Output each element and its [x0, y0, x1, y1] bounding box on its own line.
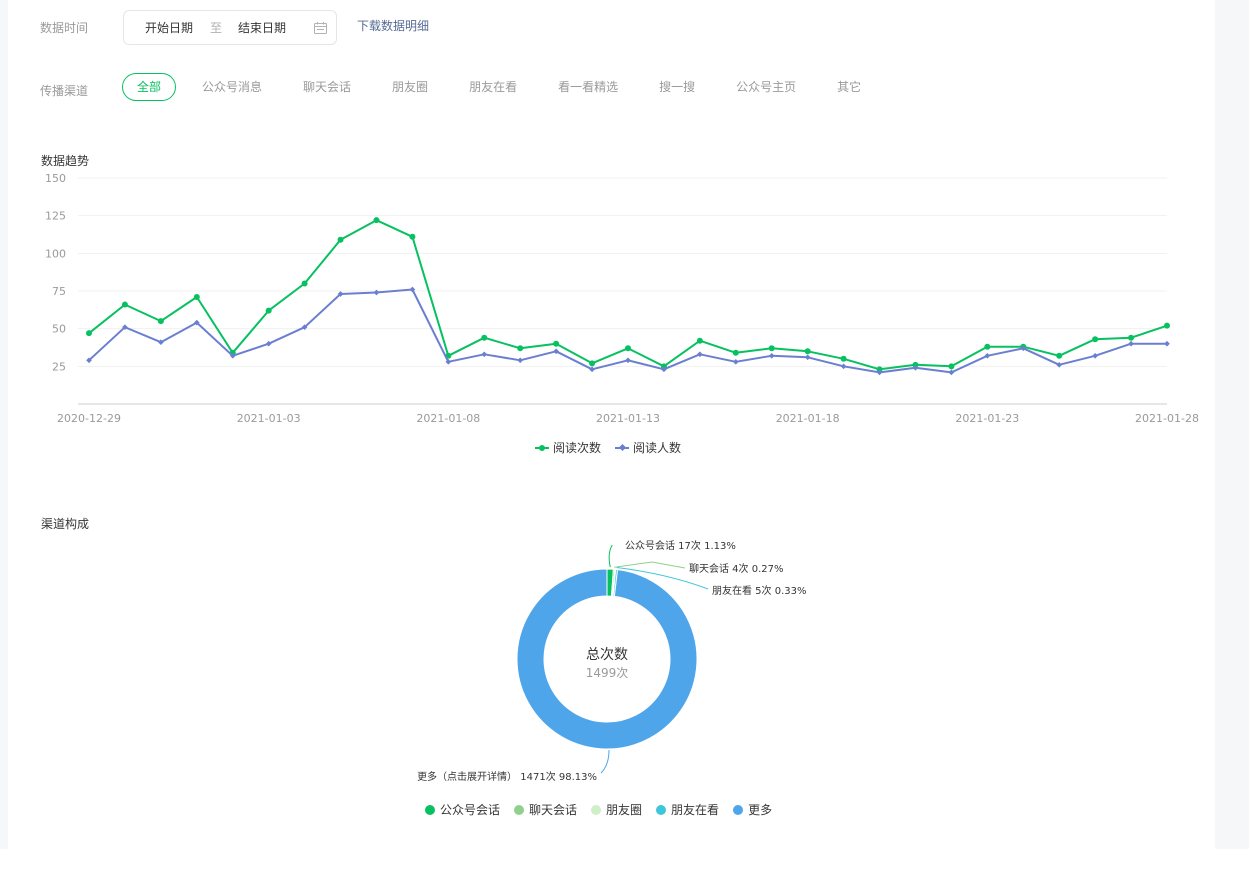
slice-label[interactable]: 公众号会话 17次 1.13% — [625, 539, 736, 552]
legend-label-zaikan: 朋友在看 — [671, 803, 720, 817]
slice-label[interactable]: 朋友在看 5次 0.33% — [712, 584, 807, 597]
donut-legend: 公众号会话 聊天会话 朋友圈 朋友在看 更多 — [425, 801, 772, 818]
legend-item-more[interactable]: 更多 — [733, 801, 772, 818]
legend-dot-official-chat — [425, 804, 435, 815]
legend-dot-more — [733, 804, 744, 815]
slice-label[interactable]: 聊天会话 4次 0.27% — [689, 562, 784, 575]
slice-label-leader — [614, 561, 686, 569]
legend-item-zaikan[interactable]: 朋友在看 — [656, 801, 719, 818]
donut-center-value: 1499次 — [586, 666, 629, 680]
legend-dot-zaikan — [656, 804, 667, 815]
legend-label-chat: 聊天会话 — [529, 803, 578, 817]
main-panel: 数据时间 开始日期 至 结束日期 下载数据明细 传播渠道 全部 公众号消息 聊天… — [8, 0, 1215, 849]
slice-label-leader — [600, 749, 610, 774]
legend-label-more: 更多 — [748, 803, 773, 817]
legend-dot-chat — [514, 804, 525, 815]
legend-item-moments[interactable]: 朋友圈 — [591, 801, 642, 818]
slice-label-leader — [608, 544, 613, 568]
bottom-band — [0, 849, 1249, 877]
left-gutter — [0, 0, 8, 849]
donut-center-label: 总次数 — [586, 647, 628, 663]
legend-label-official-chat: 公众号会话 — [440, 803, 501, 817]
channel-donut-chart: 总次数 1499次 公众号会话 17次 1.13% 聊天会话 4次 0.27% 朋友在看… — [417, 539, 807, 783]
slice-label[interactable]: 更多（点击展开详情） 1471次 98.13% — [417, 770, 597, 783]
legend-label-moments: 朋友圈 — [606, 803, 643, 817]
legend-dot-moments — [591, 804, 602, 815]
legend-item-official-chat[interactable]: 公众号会话 — [425, 801, 500, 818]
right-scroll-gutter — [1215, 0, 1249, 849]
legend-item-chat[interactable]: 聊天会话 — [514, 801, 577, 818]
